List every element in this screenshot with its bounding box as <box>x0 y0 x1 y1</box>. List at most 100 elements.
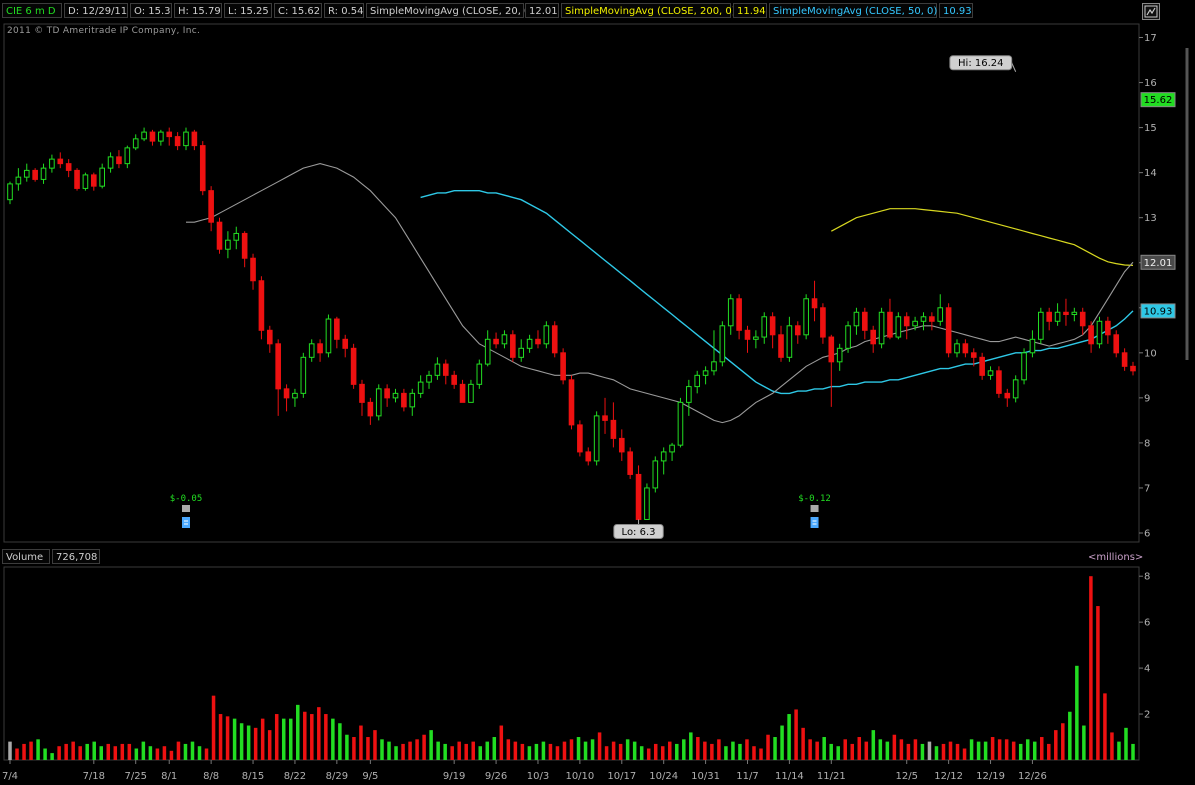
volume-bar <box>773 737 777 760</box>
candle-body <box>518 347 525 358</box>
candle-body <box>116 156 122 165</box>
volume-bar <box>653 743 658 760</box>
price-axis-label: 14 <box>1144 168 1157 179</box>
phone-icon <box>810 505 819 512</box>
volume-bar <box>815 741 819 760</box>
volume-bar <box>267 730 272 760</box>
volume-bar <box>436 741 440 760</box>
candle-body <box>820 307 826 338</box>
volume-bar <box>625 739 630 760</box>
volume-bar <box>836 746 840 760</box>
volume-bar <box>597 732 602 760</box>
price-axis-label: 17 <box>1144 33 1157 44</box>
candle-body <box>1105 320 1111 336</box>
candle-body <box>74 169 80 189</box>
volume-bar <box>843 739 847 760</box>
candle-body <box>736 298 742 331</box>
volume-bar <box>997 739 1002 760</box>
date-axis-label: 12/19 <box>976 771 1005 782</box>
symbol-field[interactable]: CIE 6 m D <box>2 3 62 18</box>
volume-bar <box>885 741 890 760</box>
candle-body <box>618 437 625 453</box>
sma50-label[interactable]: SimpleMovingAvg (CLOSE, 50, 0) <box>769 3 937 18</box>
volume-bar <box>682 739 686 760</box>
sma20-value: 12.01 <box>525 3 559 18</box>
candle-body <box>903 316 910 327</box>
sma200-label[interactable]: SimpleMovingAvg (CLOSE, 200, 0) <box>561 3 736 18</box>
volume-axis-label: 2 <box>1144 710 1150 721</box>
volume-bar <box>983 741 988 760</box>
volume-bar <box>15 748 19 760</box>
candle-body <box>367 401 374 417</box>
candle-body <box>82 174 89 189</box>
volume-bar <box>703 741 707 760</box>
volume-bar <box>22 743 26 760</box>
candle-body <box>610 419 617 439</box>
volume-header: Volume 726,708 <millions> <box>0 548 1195 566</box>
sma200-value: 11.94 <box>733 3 767 18</box>
volume-bar <box>583 741 588 760</box>
volume-bar <box>660 746 665 760</box>
volume-bar <box>675 743 679 760</box>
volume-bar <box>920 743 925 760</box>
volume-bar <box>1082 725 1086 760</box>
volume-bar <box>794 709 798 760</box>
volume-bar <box>260 718 265 760</box>
volume-axis-label: 6 <box>1144 618 1150 629</box>
date-axis-label: 10/17 <box>607 771 636 782</box>
candle-body <box>962 343 969 354</box>
candle-body <box>1088 325 1094 345</box>
chart-settings-button[interactable] <box>1142 3 1160 20</box>
candle-body <box>40 167 47 180</box>
candle-body <box>1054 311 1061 322</box>
date-axis-label: 8/8 <box>203 771 219 782</box>
candle-body <box>543 325 550 345</box>
sma20-label[interactable]: SimpleMovingAvg (CLOSE, 20, 0) <box>366 3 534 18</box>
candle-body <box>334 318 340 340</box>
volume-bar <box>64 743 68 760</box>
copyright-text: 2011 © TD Ameritrade IP Company, Inc. <box>7 26 201 36</box>
volume-bar <box>345 734 349 760</box>
candle-body <box>761 316 768 338</box>
date-axis-label: 7/25 <box>124 771 146 782</box>
volume-bar <box>8 741 12 760</box>
candle-body <box>836 347 843 363</box>
chart-header: CIE 6 m D D: 12/29/11 O: 15.3 H: 15.79 L… <box>0 0 1195 22</box>
volume-bar <box>29 741 33 760</box>
volume-bar <box>99 746 103 760</box>
volume-bar <box>148 746 153 760</box>
volume-bar <box>253 727 258 760</box>
gear-icon <box>1144 5 1158 18</box>
candle-body <box>669 444 675 453</box>
candle-body <box>1012 379 1019 399</box>
volume-bar <box>71 741 75 760</box>
volume-bar <box>717 739 721 760</box>
volume-bar <box>1103 693 1107 760</box>
price-axis-label: 16 <box>1144 78 1157 89</box>
candle-body <box>644 487 650 520</box>
volume-bar <box>317 707 321 760</box>
volume-bar <box>464 743 468 760</box>
volume-bar <box>1032 741 1037 760</box>
low-field: L: 15.25 <box>224 3 272 18</box>
candle-body <box>501 334 508 345</box>
candle-body <box>166 131 173 138</box>
volume-bar <box>990 737 995 760</box>
candle-body <box>266 329 273 345</box>
chart-canvas: 6789101112131415161724687/47/187/258/18/… <box>2 23 1189 782</box>
sma200-line <box>831 208 1134 266</box>
volume-bar <box>1018 743 1023 760</box>
calendar-icon <box>181 517 190 528</box>
volume-bar <box>1047 743 1051 760</box>
volume-label: Volume <box>2 549 50 564</box>
candle-body <box>426 374 432 383</box>
volume-bar <box>450 746 454 760</box>
volume-bar <box>471 741 475 760</box>
volume-bar <box>443 743 447 760</box>
volume-bar <box>948 741 953 760</box>
volume-bar <box>120 743 125 760</box>
volume-bar <box>646 748 651 760</box>
volume-bar <box>927 741 932 760</box>
candle-body <box>828 336 835 363</box>
candle-body <box>292 392 298 399</box>
